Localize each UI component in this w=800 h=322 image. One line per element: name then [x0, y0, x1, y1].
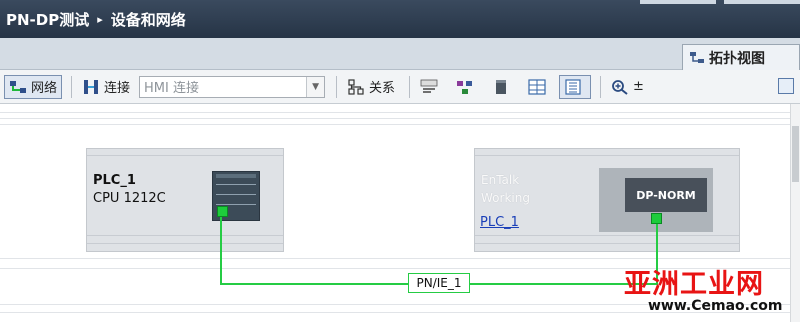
dp-faded-status: Working — [481, 191, 530, 205]
zoom-button[interactable]: ± — [606, 75, 649, 99]
scrollbar-thumb[interactable] — [792, 126, 799, 182]
watermark-logo: 亚洲工业网 — [624, 269, 764, 300]
toolbar-divider — [600, 75, 602, 98]
tab-topology-view[interactable]: 拓扑视图 — [682, 44, 800, 70]
network-view-window: PN-DP测试 ▸ 设备和网络 拓扑视图 网络 连接 HMI 连接 ▼ 关系 ±… — [0, 0, 800, 322]
list-view-button[interactable] — [559, 74, 592, 99]
subnet-label[interactable]: PN/IE_1 — [408, 273, 470, 293]
relations-button[interactable]: 关系 — [342, 75, 400, 99]
device-band — [475, 235, 739, 236]
cpu-row — [216, 204, 256, 205]
dp-device[interactable]: EnTalk Working PLC_1 DP-NORM — [474, 148, 740, 252]
network-button[interactable]: 网络 — [4, 74, 63, 99]
relations-icon — [347, 78, 365, 95]
dp-master-link[interactable]: PLC_1 — [480, 215, 519, 230]
window-control-strip[interactable] — [724, 0, 800, 4]
toolbar-divider — [336, 75, 338, 98]
panel-toggle-icon[interactable] — [778, 78, 794, 94]
network-icon — [9, 79, 27, 95]
page-title: 设备和网络 — [110, 10, 186, 29]
hmi-connection-value: HMI 连接 — [144, 81, 199, 96]
toolbar-divider — [409, 75, 411, 98]
network-label: 网络 — [31, 81, 58, 96]
zoom-dropdown-arrow: ± — [633, 79, 644, 94]
title-bar: PN-DP测试 ▸ 设备和网络 — [0, 0, 800, 38]
grid-line — [0, 112, 790, 113]
plc-type: CPU 1212C — [93, 191, 166, 206]
network-overview-icon — [456, 79, 474, 95]
cpu-row — [216, 194, 256, 195]
window-controls — [632, 0, 800, 4]
device-band — [87, 243, 283, 244]
view-tab-bar: 拓扑视图 — [0, 38, 800, 70]
connect-icon — [82, 79, 100, 95]
table-view-button[interactable] — [523, 75, 555, 99]
connect-label: 连接 — [104, 81, 131, 96]
table-icon — [528, 78, 546, 95]
cpu-row — [216, 184, 256, 185]
cpu-strip — [216, 174, 256, 178]
watermark-url: www.Cemao.com — [648, 298, 783, 314]
grid-line — [0, 118, 790, 119]
dp-profinet-port[interactable] — [651, 213, 662, 224]
chevron-down-icon[interactable]: ▼ — [306, 76, 325, 97]
network-overview-button[interactable] — [451, 75, 483, 99]
address-icon — [420, 79, 438, 95]
device-view-button[interactable] — [487, 75, 519, 99]
toolbar-divider — [71, 75, 73, 98]
relations-label: 关系 — [369, 81, 396, 96]
grid-line — [0, 124, 790, 125]
hmi-connection-select[interactable]: HMI 连接 ▼ — [139, 75, 326, 98]
tab-topology-label: 拓扑视图 — [709, 50, 765, 67]
list-icon — [564, 78, 582, 95]
device-band — [475, 155, 739, 156]
breadcrumb-separator: ▸ — [97, 12, 103, 26]
device-icon — [492, 79, 510, 95]
device-band — [87, 235, 283, 236]
plc-name: PLC_1 — [93, 173, 136, 188]
project-name: PN-DP测试 — [6, 10, 90, 29]
plc-device[interactable]: PLC_1 CPU 1212C — [86, 148, 284, 252]
grid-line — [0, 258, 790, 259]
plc-network-drop — [220, 217, 222, 284]
plc-profinet-port[interactable] — [217, 206, 228, 217]
window-control-strip[interactable] — [640, 0, 716, 4]
device-band — [87, 155, 283, 156]
device-band — [475, 243, 739, 244]
connect-button[interactable]: 连接 — [77, 75, 135, 99]
address-button[interactable] — [415, 75, 447, 99]
vertical-scrollbar[interactable] — [790, 104, 800, 322]
dp-module[interactable]: DP-NORM — [625, 178, 707, 212]
dp-faded-name: EnTalk — [481, 173, 520, 187]
topology-icon — [689, 51, 705, 65]
toolbar: 网络 连接 HMI 连接 ▼ 关系 ± — [0, 70, 800, 104]
zoom-in-icon — [611, 79, 629, 95]
